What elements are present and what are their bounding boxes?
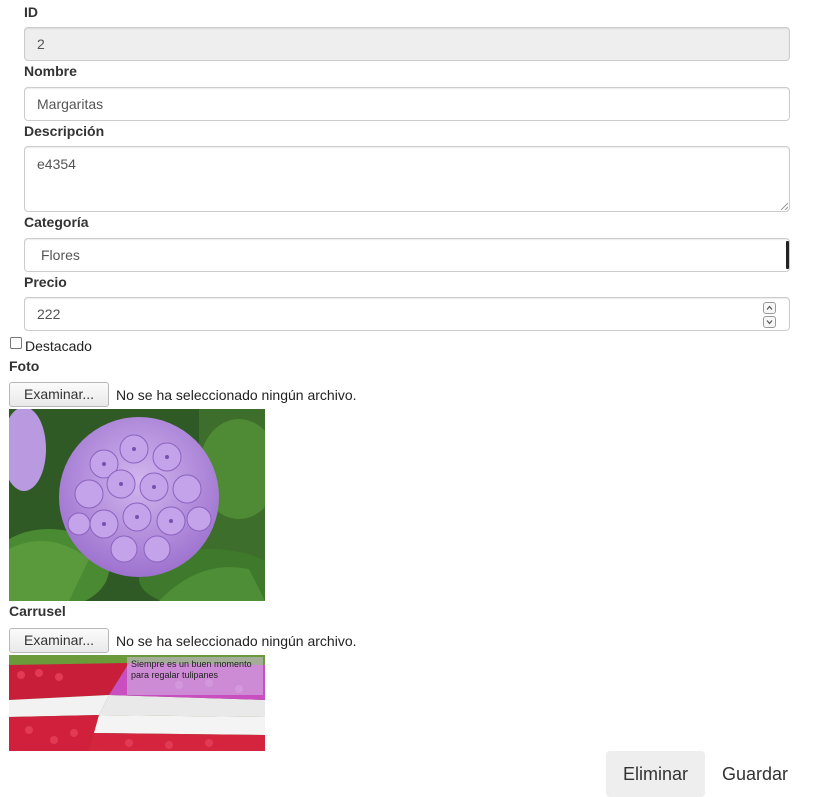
carrusel-label: Carrusel <box>9 603 66 619</box>
nombre-value: Margaritas <box>37 96 104 112</box>
categoria-label: Categoría <box>24 214 89 230</box>
select-dropdown-edge-icon <box>786 241 789 269</box>
descripcion-value: e4354 <box>37 156 76 172</box>
id-field: 2 <box>24 27 790 61</box>
number-spinner[interactable] <box>763 302 776 328</box>
categoria-select[interactable]: Flores <box>24 238 790 272</box>
foto-label: Foto <box>9 358 40 374</box>
spinner-up-icon[interactable] <box>763 302 776 314</box>
precio-label: Precio <box>24 274 67 290</box>
carrusel-preview-image: Siempre es un buen momento para regalar … <box>9 655 265 751</box>
descripcion-label: Descripción <box>24 123 105 139</box>
descripcion-textarea[interactable]: e4354 <box>24 146 790 212</box>
precio-value: 222 <box>37 306 61 322</box>
carrusel-caption: Siempre es un buen momento para regalar … <box>131 659 252 680</box>
foto-file-status: No se ha seleccionado ningún archivo. <box>116 387 357 403</box>
resize-handle-icon[interactable] <box>780 202 788 210</box>
id-value: 2 <box>37 36 45 52</box>
carrusel-browse-button[interactable]: Examinar... <box>9 628 109 653</box>
delete-button[interactable]: Eliminar <box>606 751 705 797</box>
destacado-label: Destacado <box>25 338 92 354</box>
categoria-value: Flores <box>41 247 80 263</box>
foto-browse-button[interactable]: Examinar... <box>9 382 109 407</box>
nombre-label: Nombre <box>24 63 77 79</box>
nombre-input[interactable]: Margaritas <box>24 87 790 121</box>
save-button[interactable]: Guardar <box>710 751 800 797</box>
carrusel-file-status: No se ha seleccionado ningún archivo. <box>116 633 357 649</box>
foto-preview-image <box>9 409 265 601</box>
destacado-checkbox[interactable] <box>10 337 22 349</box>
spinner-down-icon[interactable] <box>763 316 776 328</box>
id-label: ID <box>24 4 38 20</box>
precio-input[interactable]: 222 <box>24 297 790 331</box>
